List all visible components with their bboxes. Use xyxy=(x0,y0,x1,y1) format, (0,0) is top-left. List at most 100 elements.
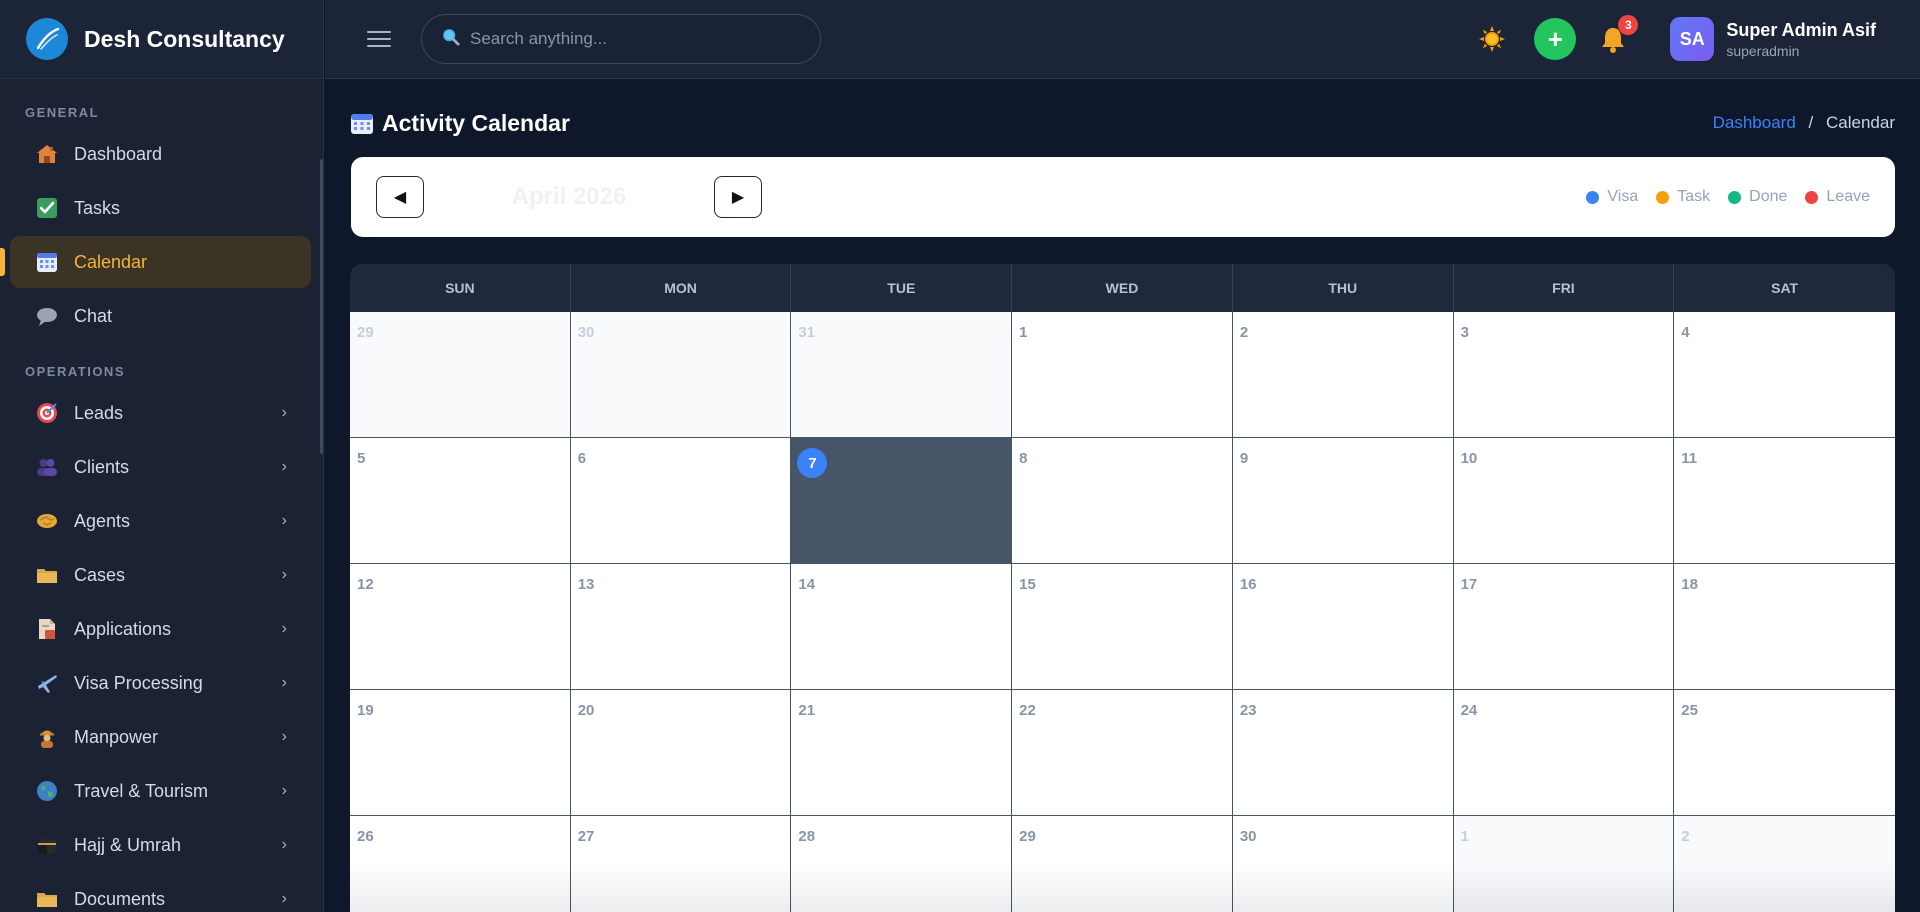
calendar-day[interactable]: 10 xyxy=(1453,438,1675,564)
airplane-icon xyxy=(36,672,58,694)
day-number: 14 xyxy=(798,576,816,593)
calendar-day[interactable]: 24 xyxy=(1453,690,1675,816)
calendar-day[interactable]: 21 xyxy=(791,690,1013,816)
sidebar-item-applications[interactable]: Applications › xyxy=(10,603,311,655)
day-number: 15 xyxy=(1019,576,1036,593)
sidebar-item-manpower[interactable]: Manpower › xyxy=(10,711,311,763)
calendar-day[interactable]: 2 xyxy=(1232,312,1454,438)
calendar-icon xyxy=(36,251,58,273)
sidebar-item-hajj-umrah[interactable]: Hajj & Umrah › xyxy=(10,819,311,871)
legend-dot-icon xyxy=(1728,190,1742,204)
sidebar-nav: GENERAL Dashboard Tasks Calendar Chat OPERATI… xyxy=(0,79,323,912)
plus-icon: + xyxy=(1547,24,1563,54)
calendar-day[interactable]: 8 xyxy=(1012,438,1233,564)
sidebar-scrollbar[interactable] xyxy=(320,159,323,454)
calendar-day[interactable]: 30 xyxy=(1233,816,1454,912)
calendar-day[interactable]: 19 xyxy=(350,690,571,816)
sidebar-item-cases[interactable]: Cases › xyxy=(10,549,311,601)
sidebar-item-dashboard[interactable]: Dashboard xyxy=(10,128,311,180)
breadcrumb-dashboard-link[interactable]: Dashboard xyxy=(1713,113,1796,132)
legend-item: Visa xyxy=(1586,188,1638,206)
calendar-day[interactable]: 30 xyxy=(570,312,792,438)
sidebar-item-agents[interactable]: Agents › xyxy=(10,495,311,547)
brand[interactable]: Desh Consultancy xyxy=(0,0,323,79)
day-number: 19 xyxy=(357,702,374,719)
calendar-day[interactable]: 11 xyxy=(1674,438,1895,564)
calendar-day[interactable]: 12 xyxy=(350,564,571,690)
calendar-days: 29 30 31 1 2 3 4 5 6 7 8 9 10 11 12 13 14 15 16 17 18 19 20 21 2… xyxy=(350,312,1895,912)
main-content: Activity Calendar Dashboard / Calendar ◀… xyxy=(350,79,1895,912)
folder-icon xyxy=(36,564,58,586)
calendar-day[interactable]: 1 xyxy=(1453,816,1675,912)
avatar[interactable]: SA xyxy=(1670,17,1715,61)
page-header: Activity Calendar Dashboard / Calendar xyxy=(350,79,1895,167)
sidebar-item-label: Tasks xyxy=(74,197,121,218)
calendar-day[interactable]: 9 xyxy=(1232,438,1454,564)
breadcrumb: Dashboard / Calendar xyxy=(1713,113,1895,133)
chevron-right-icon: › xyxy=(281,620,287,637)
calendar-day[interactable]: 6 xyxy=(570,438,792,564)
calendar-day[interactable]: 17 xyxy=(1453,564,1675,690)
add-button[interactable]: + xyxy=(1534,18,1577,60)
calendar-day[interactable]: 31 xyxy=(791,312,1013,438)
calendar-day[interactable]: 14 xyxy=(791,564,1013,690)
chevron-right-icon: › xyxy=(281,890,287,907)
chevron-right-icon: › xyxy=(281,566,287,583)
sun-icon[interactable] xyxy=(1478,25,1506,53)
sidebar-item-visa-processing[interactable]: Visa Processing › xyxy=(10,657,311,709)
calendar-day[interactable]: 4 xyxy=(1674,312,1895,438)
sidebar-item-leads[interactable]: Leads › xyxy=(10,387,311,439)
calendar-day[interactable]: 16 xyxy=(1232,564,1454,690)
calendar-day[interactable]: 25 xyxy=(1674,690,1895,816)
sidebar-item-label: Travel & Tourism xyxy=(74,780,209,801)
sidebar-item-documents[interactable]: Documents › xyxy=(10,873,311,912)
document-icon xyxy=(36,618,58,640)
day-number: 22 xyxy=(1019,702,1036,719)
header-actions: + 3 SA Super Admin Asif superadmin xyxy=(1478,15,1876,61)
calendar-day[interactable]: 15 xyxy=(1012,564,1233,690)
prev-month-button[interactable]: ◀ xyxy=(376,176,424,218)
top-header: + 3 SA Super Admin Asif superadmin xyxy=(325,0,1920,79)
user-info[interactable]: Super Admin Asif superadmin xyxy=(1726,20,1876,59)
legend-label: Leave xyxy=(1826,188,1870,205)
calendar-day[interactable]: 26 xyxy=(350,816,571,912)
globe-icon xyxy=(36,780,58,802)
calendar-day[interactable]: 29 xyxy=(350,312,571,438)
sidebar-item-tasks[interactable]: Tasks xyxy=(10,182,311,234)
sidebar-item-calendar[interactable]: Calendar xyxy=(0,236,311,288)
next-month-button[interactable]: ▶ xyxy=(714,176,762,218)
calendar-day[interactable]: 3 xyxy=(1453,312,1675,438)
sidebar-item-clients[interactable]: Clients › xyxy=(10,441,311,493)
chevron-right-icon: › xyxy=(281,458,287,475)
sidebar-item-label: Calendar xyxy=(74,251,148,272)
calendar-legend: Visa Task Done Leave xyxy=(1568,188,1870,206)
calendar-day[interactable]: 5 xyxy=(350,438,571,564)
calendar-day[interactable]: 1 xyxy=(1012,312,1233,438)
calendar-day[interactable]: 29 xyxy=(1012,816,1233,912)
calendar-day[interactable]: 28 xyxy=(791,816,1013,912)
calendar-day[interactable]: 23 xyxy=(1232,690,1454,816)
breadcrumb-separator: / xyxy=(1808,113,1814,132)
legend-label: Done xyxy=(1749,188,1788,205)
legend-item: Leave xyxy=(1805,188,1870,206)
sidebar-item-travel-tourism[interactable]: Travel & Tourism › xyxy=(10,765,311,817)
day-number: 21 xyxy=(798,702,816,719)
search-box[interactable] xyxy=(421,14,821,64)
calendar-day[interactable]: 22 xyxy=(1012,690,1233,816)
sidebar-item-chat[interactable]: Chat xyxy=(10,290,311,342)
calendar-day[interactable]: 27 xyxy=(571,816,792,912)
chevron-right-icon: › xyxy=(281,728,287,745)
checkbox-icon xyxy=(36,197,58,219)
search-input[interactable] xyxy=(470,29,800,49)
calendar-day[interactable]: 18 xyxy=(1674,564,1895,690)
notifications-button[interactable]: 3 xyxy=(1598,15,1639,54)
day-number: 1 xyxy=(1019,324,1028,341)
calendar-day[interactable]: 13 xyxy=(570,564,792,690)
day-number: 30 xyxy=(1239,828,1257,845)
calendar-day[interactable]: 2 xyxy=(1674,816,1895,912)
day-number: 24 xyxy=(1460,702,1478,719)
worker-icon xyxy=(36,726,58,748)
calendar-day[interactable]: 20 xyxy=(570,690,792,816)
calendar-day-today[interactable]: 7 xyxy=(791,438,1013,564)
menu-toggle-icon[interactable] xyxy=(367,26,391,52)
